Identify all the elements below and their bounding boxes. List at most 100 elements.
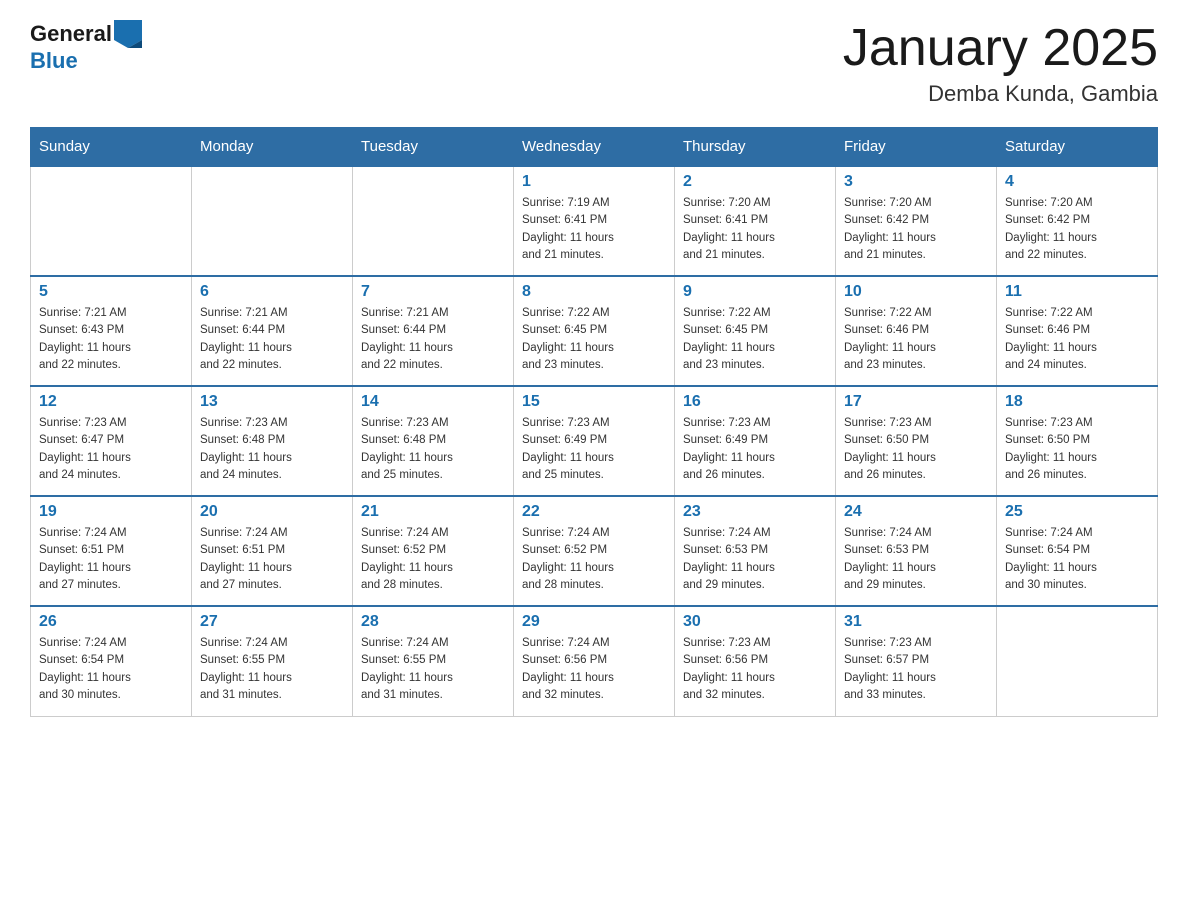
calendar-title: January 2025 <box>843 20 1158 77</box>
day-header-saturday: Saturday <box>997 128 1158 167</box>
calendar-cell: 31 Sunrise: 7:23 AM Sunset: 6:57 PM Dayli… <box>836 606 997 716</box>
calendar-cell: 27 Sunrise: 7:24 AM Sunset: 6:55 PM Dayli… <box>192 606 353 716</box>
day-number: 13 <box>200 393 344 411</box>
day-header-sunday: Sunday <box>31 128 192 167</box>
day-info: Sunrise: 7:23 AM Sunset: 6:48 PM Dayligh… <box>200 415 344 484</box>
day-info: Sunrise: 7:24 AM Sunset: 6:51 PM Dayligh… <box>200 525 344 594</box>
day-info: Sunrise: 7:22 AM Sunset: 6:45 PM Dayligh… <box>522 305 666 374</box>
day-number: 22 <box>522 503 666 521</box>
calendar-cell: 14 Sunrise: 7:23 AM Sunset: 6:48 PM Dayli… <box>353 386 514 496</box>
day-info: Sunrise: 7:22 AM Sunset: 6:45 PM Dayligh… <box>683 305 827 374</box>
calendar-cell: 6 Sunrise: 7:21 AM Sunset: 6:44 PM Daylig… <box>192 276 353 386</box>
week-row-1: 1 Sunrise: 7:19 AM Sunset: 6:41 PM Daylig… <box>31 166 1158 276</box>
day-info: Sunrise: 7:21 AM Sunset: 6:43 PM Dayligh… <box>39 305 183 374</box>
day-number: 3 <box>844 173 988 191</box>
calendar-cell <box>31 166 192 276</box>
calendar-cell: 21 Sunrise: 7:24 AM Sunset: 6:52 PM Dayli… <box>353 496 514 606</box>
day-number: 27 <box>200 613 344 631</box>
calendar-cell: 23 Sunrise: 7:24 AM Sunset: 6:53 PM Dayli… <box>675 496 836 606</box>
day-number: 8 <box>522 283 666 301</box>
day-info: Sunrise: 7:24 AM Sunset: 6:54 PM Dayligh… <box>39 635 183 704</box>
day-number: 26 <box>39 613 183 631</box>
calendar-cell: 9 Sunrise: 7:22 AM Sunset: 6:45 PM Daylig… <box>675 276 836 386</box>
day-info: Sunrise: 7:24 AM Sunset: 6:56 PM Dayligh… <box>522 635 666 704</box>
day-number: 2 <box>683 173 827 191</box>
day-info: Sunrise: 7:22 AM Sunset: 6:46 PM Dayligh… <box>1005 305 1149 374</box>
calendar-cell: 18 Sunrise: 7:23 AM Sunset: 6:50 PM Dayli… <box>997 386 1158 496</box>
day-number: 7 <box>361 283 505 301</box>
calendar-header-row: SundayMondayTuesdayWednesdayThursdayFrid… <box>31 128 1158 167</box>
day-number: 6 <box>200 283 344 301</box>
day-info: Sunrise: 7:21 AM Sunset: 6:44 PM Dayligh… <box>200 305 344 374</box>
title-section: January 2025 Demba Kunda, Gambia <box>843 20 1158 107</box>
day-info: Sunrise: 7:24 AM Sunset: 6:53 PM Dayligh… <box>683 525 827 594</box>
calendar-cell: 22 Sunrise: 7:24 AM Sunset: 6:52 PM Dayli… <box>514 496 675 606</box>
calendar-cell: 25Sunrise: 7:24 AM Sunset: 6:54 PM Dayli… <box>997 496 1158 606</box>
calendar-table: SundayMondayTuesdayWednesdayThursdayFrid… <box>30 127 1158 717</box>
day-header-wednesday: Wednesday <box>514 128 675 167</box>
day-number: 1 <box>522 173 666 191</box>
logo: General Blue <box>30 20 142 74</box>
calendar-cell: 10 Sunrise: 7:22 AM Sunset: 6:46 PM Dayli… <box>836 276 997 386</box>
day-number: 18 <box>1005 393 1149 411</box>
day-info: Sunrise: 7:24 AM Sunset: 6:51 PM Dayligh… <box>39 525 183 594</box>
day-number: 31 <box>844 613 988 631</box>
day-info: Sunrise: 7:24 AM Sunset: 6:55 PM Dayligh… <box>200 635 344 704</box>
calendar-cell: 16 Sunrise: 7:23 AM Sunset: 6:49 PM Dayli… <box>675 386 836 496</box>
day-info: Sunrise: 7:24 AM Sunset: 6:55 PM Dayligh… <box>361 635 505 704</box>
day-number: 20 <box>200 503 344 521</box>
calendar-cell: 13 Sunrise: 7:23 AM Sunset: 6:48 PM Dayli… <box>192 386 353 496</box>
day-number: 9 <box>683 283 827 301</box>
day-info: Sunrise: 7:24 AM Sunset: 6:52 PM Dayligh… <box>522 525 666 594</box>
day-number: 11 <box>1005 283 1149 301</box>
day-number: 23 <box>683 503 827 521</box>
week-row-4: 19 Sunrise: 7:24 AM Sunset: 6:51 PM Dayli… <box>31 496 1158 606</box>
calendar-cell: 12Sunrise: 7:23 AM Sunset: 6:47 PM Dayli… <box>31 386 192 496</box>
calendar-cell: 11 Sunrise: 7:22 AM Sunset: 6:46 PM Dayli… <box>997 276 1158 386</box>
calendar-cell: 8 Sunrise: 7:22 AM Sunset: 6:45 PM Daylig… <box>514 276 675 386</box>
calendar-cell: 20 Sunrise: 7:24 AM Sunset: 6:51 PM Dayli… <box>192 496 353 606</box>
calendar-cell: 3Sunrise: 7:20 AM Sunset: 6:42 PM Daylig… <box>836 166 997 276</box>
calendar-cell <box>353 166 514 276</box>
day-number: 30 <box>683 613 827 631</box>
day-number: 17 <box>844 393 988 411</box>
day-number: 19 <box>39 503 183 521</box>
calendar-cell: 30Sunrise: 7:23 AM Sunset: 6:56 PM Dayli… <box>675 606 836 716</box>
calendar-cell: 26 Sunrise: 7:24 AM Sunset: 6:54 PM Dayli… <box>31 606 192 716</box>
day-number: 21 <box>361 503 505 521</box>
day-header-friday: Friday <box>836 128 997 167</box>
day-header-monday: Monday <box>192 128 353 167</box>
calendar-cell: 17 Sunrise: 7:23 AM Sunset: 6:50 PM Dayli… <box>836 386 997 496</box>
day-number: 14 <box>361 393 505 411</box>
calendar-cell: 2 Sunrise: 7:20 AM Sunset: 6:41 PM Daylig… <box>675 166 836 276</box>
calendar-cell: 24Sunrise: 7:24 AM Sunset: 6:53 PM Dayli… <box>836 496 997 606</box>
day-info: Sunrise: 7:20 AM Sunset: 6:42 PM Dayligh… <box>1005 195 1149 264</box>
day-info: Sunrise: 7:23 AM Sunset: 6:47 PM Dayligh… <box>39 415 183 484</box>
day-info: Sunrise: 7:24 AM Sunset: 6:52 PM Dayligh… <box>361 525 505 594</box>
week-row-5: 26 Sunrise: 7:24 AM Sunset: 6:54 PM Dayli… <box>31 606 1158 716</box>
day-number: 16 <box>683 393 827 411</box>
day-number: 25 <box>1005 503 1149 521</box>
day-number: 24 <box>844 503 988 521</box>
calendar-cell <box>192 166 353 276</box>
calendar-cell: 28Sunrise: 7:24 AM Sunset: 6:55 PM Dayli… <box>353 606 514 716</box>
day-number: 29 <box>522 613 666 631</box>
day-info: Sunrise: 7:23 AM Sunset: 6:57 PM Dayligh… <box>844 635 988 704</box>
calendar-cell: 7 Sunrise: 7:21 AM Sunset: 6:44 PM Daylig… <box>353 276 514 386</box>
day-info: Sunrise: 7:22 AM Sunset: 6:46 PM Dayligh… <box>844 305 988 374</box>
logo-general-text: General <box>30 21 112 47</box>
day-number: 10 <box>844 283 988 301</box>
calendar-cell: 29 Sunrise: 7:24 AM Sunset: 6:56 PM Dayli… <box>514 606 675 716</box>
day-info: Sunrise: 7:23 AM Sunset: 6:49 PM Dayligh… <box>683 415 827 484</box>
page-header: General Blue January 2025 Demba Kunda, G… <box>30 20 1158 107</box>
day-info: Sunrise: 7:23 AM Sunset: 6:49 PM Dayligh… <box>522 415 666 484</box>
day-info: Sunrise: 7:23 AM Sunset: 6:48 PM Dayligh… <box>361 415 505 484</box>
day-info: Sunrise: 7:20 AM Sunset: 6:41 PM Dayligh… <box>683 195 827 264</box>
calendar-cell: 15Sunrise: 7:23 AM Sunset: 6:49 PM Dayli… <box>514 386 675 496</box>
day-info: Sunrise: 7:23 AM Sunset: 6:50 PM Dayligh… <box>1005 415 1149 484</box>
day-info: Sunrise: 7:23 AM Sunset: 6:50 PM Dayligh… <box>844 415 988 484</box>
day-header-tuesday: Tuesday <box>353 128 514 167</box>
day-info: Sunrise: 7:19 AM Sunset: 6:41 PM Dayligh… <box>522 195 666 264</box>
calendar-subtitle: Demba Kunda, Gambia <box>843 81 1158 107</box>
day-info: Sunrise: 7:21 AM Sunset: 6:44 PM Dayligh… <box>361 305 505 374</box>
